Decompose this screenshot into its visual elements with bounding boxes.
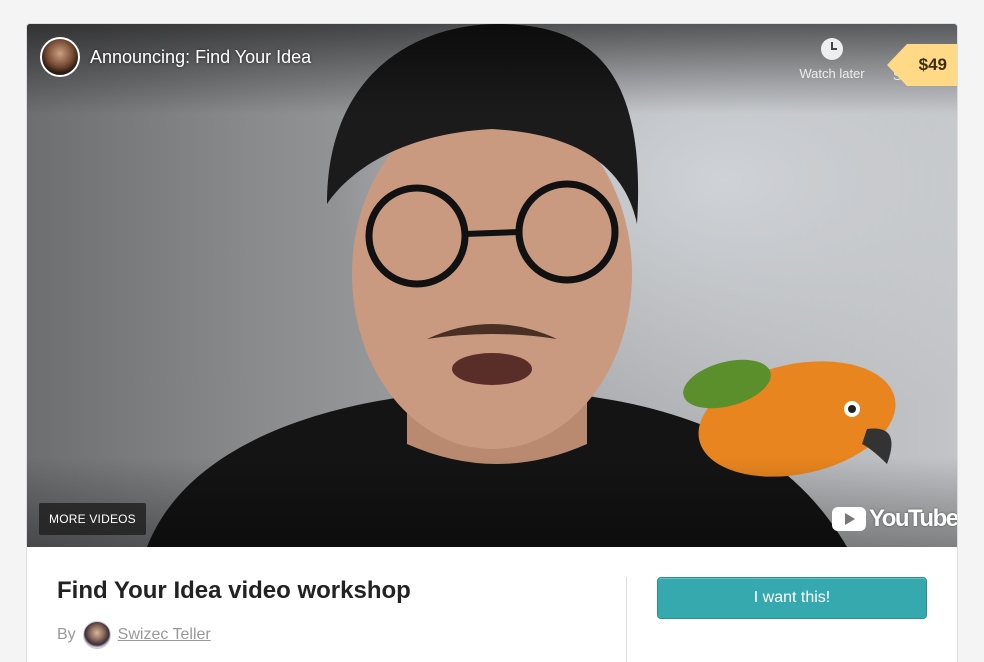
author-link[interactable]: Swizec Teller — [118, 626, 211, 644]
youtube-play-icon — [832, 507, 866, 531]
product-card: Announcing: Find Your Idea Watch later S… — [26, 23, 958, 662]
watch-later-button[interactable]: Watch later — [796, 38, 868, 81]
watch-later-label: Watch later — [799, 66, 865, 81]
vertical-divider — [626, 577, 627, 662]
byline: By Swizec Teller — [57, 621, 211, 649]
author-avatar[interactable] — [82, 621, 111, 649]
youtube-wordmark: YouTube — [869, 505, 957, 532]
product-title: Find Your Idea video workshop — [57, 577, 411, 604]
channel-avatar[interactable] — [40, 37, 80, 77]
by-label: By — [57, 626, 76, 643]
product-info: Find Your Idea video workshop By Swizec … — [27, 547, 957, 662]
clock-icon — [821, 38, 843, 60]
video-title[interactable]: Announcing: Find Your Idea — [90, 47, 311, 68]
video-player[interactable]: Announcing: Find Your Idea Watch later S… — [27, 24, 957, 547]
youtube-logo[interactable]: YouTube — [832, 505, 957, 533]
i-want-this-button[interactable]: I want this! — [657, 577, 927, 619]
more-videos-button[interactable]: MORE VIDEOS — [39, 503, 146, 535]
bottom-gradient — [27, 457, 957, 547]
price-tag: $49 — [887, 44, 957, 86]
